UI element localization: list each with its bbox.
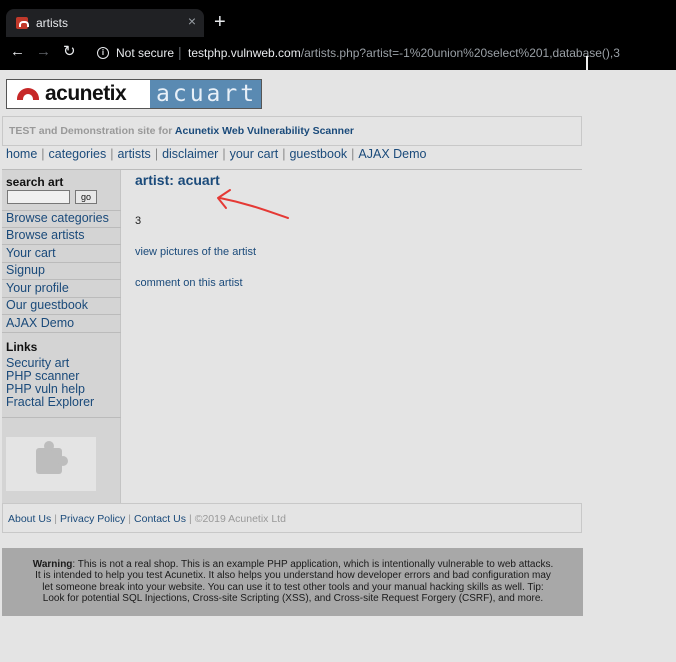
- sidebar: search art go Browse categories Browse a…: [2, 170, 121, 503]
- url-host: testphp.vulnweb.com: [188, 46, 301, 60]
- nav-your-cart[interactable]: your cart: [230, 147, 279, 161]
- logo-art-text: acuart: [156, 81, 258, 107]
- banner-scanner-link[interactable]: Acunetix Web Vulnerability Scanner: [175, 125, 354, 137]
- view-pictures-link[interactable]: view pictures of the artist: [135, 246, 256, 258]
- browser-tab-bar: artists × +: [0, 0, 676, 37]
- tab-close-icon[interactable]: ×: [188, 14, 196, 28]
- sidebar-item-ajax-demo[interactable]: AJAX Demo: [6, 316, 74, 330]
- comment-link[interactable]: comment on this artist: [135, 277, 243, 289]
- nav-guestbook[interactable]: guestbook: [289, 147, 347, 161]
- links-title: Links: [6, 340, 38, 354]
- web-page: acunetix acuart TEST and Demonstration s…: [0, 70, 676, 662]
- plugin-placeholder: [6, 437, 96, 491]
- warning-box: Warning: This is not a real shop. This i…: [2, 548, 583, 616]
- artist-title: artist: acuart: [135, 172, 220, 188]
- search-input[interactable]: [7, 190, 70, 204]
- banner-prefix: TEST and Demonstration site for: [9, 125, 175, 137]
- nav-ajax-demo[interactable]: AJAX Demo: [358, 147, 426, 161]
- url-divider: |: [178, 44, 182, 60]
- text-cursor-icon: [586, 56, 588, 70]
- sidebar-item-browse-artists[interactable]: Browse artists: [6, 228, 85, 242]
- link-fractal-explorer[interactable]: Fractal Explorer: [6, 395, 94, 409]
- nav-artists[interactable]: artists: [117, 147, 150, 161]
- search-title: search art: [6, 175, 64, 189]
- nav-home[interactable]: home: [6, 147, 37, 161]
- footer-copyright: ©2019 Acunetix Ltd: [194, 513, 286, 525]
- sidebar-item-our-guestbook[interactable]: Our guestbook: [6, 298, 88, 312]
- tab-title: artists: [36, 16, 69, 30]
- red-annotation-arrow-icon: [217, 189, 289, 219]
- acunetix-favicon-icon: [16, 17, 29, 29]
- warning-line-1: : This is not a real shop. This is an ex…: [72, 559, 554, 570]
- link-php-scanner[interactable]: PHP scanner: [6, 369, 79, 383]
- sidebar-divider: [2, 417, 121, 418]
- not-secure-label[interactable]: Not secure: [116, 46, 174, 60]
- puzzle-icon: [36, 441, 68, 474]
- top-navigation: home | categories | artists | disclaimer | your …: [6, 147, 427, 161]
- url-path: /artists.php?artist=-1%20union%20select%…: [300, 46, 620, 60]
- warning-label: Warning: [32, 559, 73, 570]
- sidebar-divider: [2, 279, 121, 280]
- sidebar-divider: [2, 244, 121, 245]
- sidebar-item-your-cart[interactable]: Your cart: [6, 246, 56, 260]
- reload-icon[interactable]: ↻: [63, 44, 76, 59]
- nav-categories[interactable]: categories: [49, 147, 107, 161]
- acunetix-logo-icon: [17, 88, 39, 100]
- forward-arrow-icon[interactable]: →: [36, 44, 51, 59]
- site-banner: TEST and Demonstration site for Acunetix…: [2, 116, 582, 146]
- sidebar-item-browse-categories[interactable]: Browse categories: [6, 211, 109, 225]
- footer-privacy-link[interactable]: Privacy Policy: [60, 513, 125, 525]
- search-go-button[interactable]: go: [75, 190, 97, 204]
- sidebar-divider: [2, 314, 121, 315]
- warning-line-3: let someone break into your website. You…: [42, 581, 544, 593]
- footer-contact-link[interactable]: Contact Us: [134, 513, 186, 525]
- info-icon[interactable]: i: [97, 47, 109, 59]
- footer: About Us | Privacy Policy | Contact Us | ©2019…: [2, 503, 582, 533]
- nav-disclaimer[interactable]: disclaimer: [162, 147, 218, 161]
- artist-value: 3: [135, 215, 142, 227]
- logo-brand-text: acunetix: [45, 82, 127, 105]
- footer-about-link[interactable]: About Us: [8, 513, 51, 525]
- sidebar-item-signup[interactable]: Signup: [6, 263, 45, 277]
- warning-line-4: Look for potential SQL Injections, Cross…: [42, 592, 544, 604]
- site-logo[interactable]: acunetix acuart: [6, 79, 262, 109]
- link-security-art[interactable]: Security art: [6, 356, 69, 370]
- address-bar[interactable]: testphp.vulnweb.com/artists.php?artist=-…: [188, 46, 620, 60]
- sidebar-divider: [2, 332, 121, 333]
- browser-toolbar: ← → ↻ i Not secure | testphp.vulnweb.com…: [0, 37, 676, 70]
- sidebar-item-your-profile[interactable]: Your profile: [6, 281, 69, 295]
- warning-line-2: It is intended to help you test Acunetix…: [35, 570, 551, 582]
- back-arrow-icon[interactable]: ←: [10, 44, 25, 59]
- new-tab-button[interactable]: +: [214, 12, 226, 32]
- browser-tab[interactable]: artists ×: [6, 9, 204, 37]
- link-php-vuln-help[interactable]: PHP vuln help: [6, 382, 85, 396]
